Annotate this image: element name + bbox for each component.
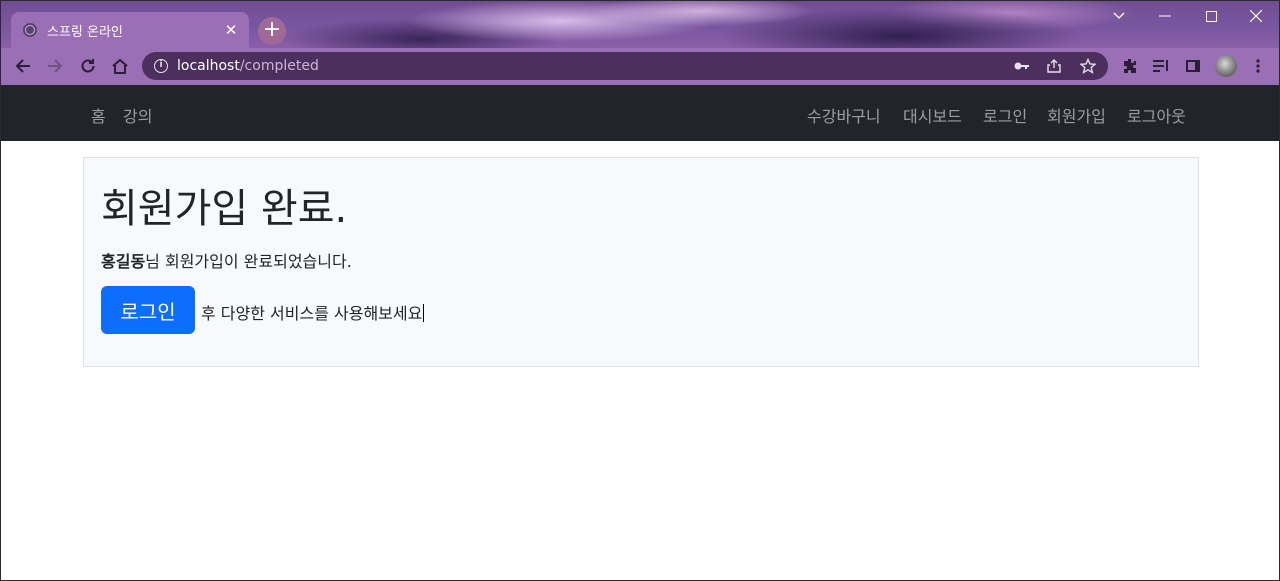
- new-tab-button[interactable]: +: [258, 17, 286, 45]
- reload-button[interactable]: [72, 50, 104, 82]
- maximize-button[interactable]: [1188, 1, 1234, 31]
- url-host: localhost: [177, 58, 240, 74]
- forward-arrow-icon: [48, 59, 63, 73]
- globe-icon: [23, 23, 37, 37]
- address-bar[interactable]: i localhost/completed: [142, 52, 1108, 80]
- completion-panel: 회원가입 완료. 홍길동님 회원가입이 완료되었습니다. 로그인 후 다양한 서…: [83, 157, 1199, 367]
- completion-message: 홍길동님 회원가입이 완료되었습니다.: [101, 248, 352, 272]
- back-button[interactable]: [7, 50, 39, 82]
- close-window-button[interactable]: [1233, 1, 1279, 31]
- reading-list-icon[interactable]: [1147, 52, 1175, 80]
- tab-title: 스프링 온라인: [47, 24, 123, 40]
- browser-tab[interactable]: 스프링 온라인 ✕: [11, 12, 249, 48]
- nav-link-logout[interactable]: 로그아웃: [1127, 103, 1186, 127]
- side-panel-icon[interactable]: [1179, 52, 1207, 80]
- nav-link-courses[interactable]: 강의: [123, 103, 152, 127]
- tab-search-icon[interactable]: [1096, 1, 1142, 31]
- bookmark-star-icon[interactable]: [1080, 52, 1096, 80]
- completion-message-text: 님 회원가입이 완료되었습니다.: [145, 252, 352, 271]
- text-cursor: [423, 304, 425, 322]
- login-button[interactable]: 로그인: [101, 286, 195, 334]
- browser-toolbar: i localhost/completed: [1, 48, 1279, 85]
- nav-link-dashboard[interactable]: 대시보드: [903, 103, 962, 127]
- extensions-icon[interactable]: [1116, 52, 1144, 80]
- service-hint-text: 후 다양한 서비스를 사용해보세요: [201, 304, 423, 323]
- back-arrow-icon: [15, 59, 30, 73]
- nav-link-signup[interactable]: 회원가입: [1047, 103, 1106, 127]
- page-title: 회원가입 완료.: [101, 186, 348, 232]
- share-icon[interactable]: [1046, 52, 1062, 80]
- nav-link-home[interactable]: 홈: [91, 103, 106, 127]
- home-icon: [112, 58, 128, 74]
- forward-button[interactable]: [39, 50, 71, 82]
- nav-link-cart[interactable]: 수강바구니: [807, 103, 881, 127]
- info-icon[interactable]: i: [154, 59, 168, 73]
- url-path: /completed: [239, 58, 319, 74]
- close-tab-icon[interactable]: ✕: [223, 22, 239, 38]
- service-hint: 후 다양한 서비스를 사용해보세요: [201, 300, 425, 324]
- home-button[interactable]: [104, 50, 136, 82]
- site-navbar: 홈 강의 수강바구니 대시보드 로그인 회원가입 로그아웃: [1, 85, 1279, 141]
- nav-link-login[interactable]: 로그인: [983, 103, 1027, 127]
- avatar[interactable]: [1212, 52, 1240, 80]
- reload-icon: [81, 59, 95, 73]
- user-name: 홍길동: [101, 252, 146, 271]
- more-menu-icon[interactable]: [1244, 52, 1272, 80]
- minimize-button[interactable]: [1142, 1, 1188, 31]
- password-key-icon[interactable]: [1014, 52, 1030, 80]
- browser-titlebar: 스프링 온라인 ✕ +: [1, 1, 1279, 48]
